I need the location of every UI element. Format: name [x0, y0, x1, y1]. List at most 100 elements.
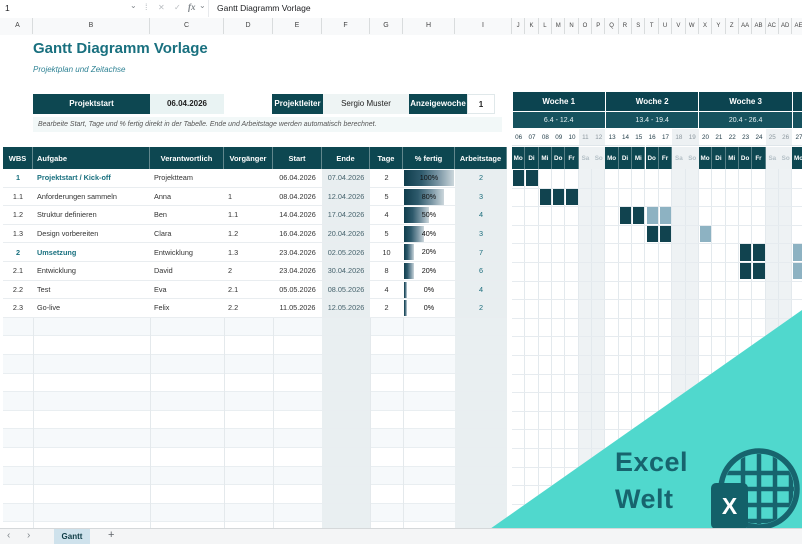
cell-pred[interactable]: 2.1	[224, 281, 273, 300]
table-header-WBS[interactable]: WBS	[3, 147, 33, 169]
empty-row[interactable]	[3, 392, 507, 411]
fx-icon[interactable]: fx	[188, 2, 196, 12]
gantt-column[interactable]	[699, 169, 713, 528]
empty-row[interactable]	[3, 466, 507, 486]
column-header-M[interactable]: M	[552, 18, 566, 34]
column-header-J[interactable]: J	[512, 18, 526, 34]
column-header-N[interactable]: N	[565, 18, 579, 34]
name-box[interactable]: 1	[0, 0, 133, 17]
empty-row[interactable]	[3, 373, 507, 393]
cell-task[interactable]: Umsetzung	[33, 243, 150, 262]
add-sheet-button[interactable]: +	[108, 529, 114, 544]
column-header-B[interactable]: B	[33, 18, 150, 34]
column-header-L[interactable]: L	[539, 18, 553, 34]
cell-days[interactable]: 4	[370, 281, 403, 300]
chevron-down-icon[interactable]: ⌄	[199, 1, 206, 10]
cell-end[interactable]: 12.04.2026	[322, 187, 370, 207]
project-start-value[interactable]: 06.04.2026	[150, 94, 224, 114]
table-header-Aufgabe[interactable]: Aufgabe	[33, 147, 150, 169]
column-header-Q[interactable]: Q	[605, 18, 619, 34]
column-header-E[interactable]: E	[273, 18, 322, 34]
column-header-AC[interactable]: AC	[766, 18, 779, 34]
progress-cell[interactable]: 80%	[403, 188, 455, 207]
column-header-A[interactable]: A	[3, 18, 33, 34]
cell-task[interactable]: Projektstart / Kick-off	[33, 169, 150, 188]
empty-row[interactable]	[3, 336, 507, 355]
cell-wbs[interactable]: 1.2	[3, 206, 33, 225]
column-header-S[interactable]: S	[632, 18, 646, 34]
cell-pred[interactable]: 1.3	[224, 243, 273, 262]
cell-pred[interactable]: 2	[224, 262, 273, 281]
empty-row[interactable]	[3, 317, 507, 337]
column-header-V[interactable]: V	[672, 18, 686, 34]
gantt-column[interactable]	[565, 169, 579, 528]
cell-workdays[interactable]: 4	[455, 206, 507, 225]
column-header-X[interactable]: X	[699, 18, 713, 34]
cell-wbs[interactable]: 2.3	[3, 299, 33, 318]
cell-days[interactable]: 5	[370, 225, 403, 244]
cell-end[interactable]: 08.05.2026	[322, 280, 370, 300]
formula-input[interactable]: Gantt Diagramm Vorlage	[208, 0, 802, 17]
empty-row[interactable]	[3, 503, 507, 523]
cell-end[interactable]: 17.04.2026	[322, 206, 370, 225]
cell-days[interactable]: 8	[370, 262, 403, 281]
cell-start[interactable]: 11.05.2026	[273, 299, 322, 318]
cell-workdays[interactable]: 7	[455, 243, 507, 262]
cell-pred[interactable]: 1.2	[224, 225, 273, 244]
cell-owner[interactable]: Eva	[150, 281, 224, 300]
cell-task[interactable]: Test	[33, 281, 150, 300]
cell-workdays[interactable]: 6	[455, 262, 507, 281]
gantt-column[interactable]	[539, 169, 553, 528]
cell-task[interactable]: Design vorbereiten	[33, 225, 150, 244]
cell-wbs[interactable]: 2.2	[3, 281, 33, 300]
column-header-AB[interactable]: AB	[752, 18, 766, 34]
cancel-icon[interactable]: ✕	[158, 3, 165, 12]
empty-row[interactable]	[3, 448, 507, 467]
cell-start[interactable]: 06.04.2026	[273, 169, 322, 188]
cell-owner[interactable]: David	[150, 262, 224, 281]
column-header-U[interactable]: U	[659, 18, 673, 34]
cell-start[interactable]: 23.04.2026	[273, 243, 322, 262]
cell-owner[interactable]: Projektteam	[150, 169, 224, 188]
progress-cell[interactable]: 40%	[403, 225, 455, 244]
gantt-column[interactable]	[592, 169, 606, 528]
cell-days[interactable]: 10	[370, 243, 403, 262]
cell-end[interactable]: 20.04.2026	[322, 224, 370, 244]
cell-end[interactable]: 30.04.2026	[322, 262, 370, 281]
progress-cell[interactable]: 0%	[403, 281, 455, 300]
next-sheet-arrow[interactable]: ›	[27, 529, 30, 544]
cell-task[interactable]: Struktur definieren	[33, 206, 150, 225]
cell-owner[interactable]: Entwicklung	[150, 243, 224, 262]
spreadsheet-grid[interactable]: Gantt Diagramm Vorlage Projektplan und Z…	[0, 35, 802, 528]
empty-row[interactable]	[3, 485, 507, 504]
table-header-% fertig[interactable]: % fertig	[403, 147, 455, 169]
table-header-Arbeitstage[interactable]: Arbeitstage	[455, 147, 507, 169]
column-header-G[interactable]: G	[370, 18, 403, 34]
cell-pred[interactable]	[224, 169, 273, 188]
tab-gantt[interactable]: Gantt	[54, 529, 90, 544]
progress-cell[interactable]: 20%	[403, 243, 455, 262]
cell-owner[interactable]: Anna	[150, 188, 224, 207]
cell-start[interactable]: 14.04.2026	[273, 206, 322, 225]
cell-pred[interactable]: 1.1	[224, 206, 273, 225]
column-header-R[interactable]: R	[619, 18, 633, 34]
table-header-Start[interactable]: Start	[273, 147, 322, 169]
table-header-Vorgänger[interactable]: Vorgänger	[224, 147, 273, 169]
cell-wbs[interactable]: 2.1	[3, 262, 33, 281]
cell-workdays[interactable]: 2	[455, 299, 507, 318]
cell-wbs[interactable]: 1.1	[3, 188, 33, 207]
cell-end[interactable]: 02.05.2026	[322, 243, 370, 262]
cell-workdays[interactable]: 4	[455, 280, 507, 300]
chevron-down-icon[interactable]: ⌄	[130, 1, 137, 10]
cell-pred[interactable]: 2.2	[224, 299, 273, 318]
table-header-Verantwortlich[interactable]: Verantwortlich	[150, 147, 224, 169]
gantt-column[interactable]	[525, 169, 539, 528]
prev-sheet-arrow[interactable]: ‹	[7, 529, 10, 544]
column-header-D[interactable]: D	[224, 18, 273, 34]
column-header-T[interactable]: T	[646, 18, 659, 34]
empty-row[interactable]	[3, 355, 507, 374]
display-week-value[interactable]: 1	[467, 94, 495, 114]
cell-task[interactable]: Entwicklung	[33, 262, 150, 281]
column-header-P[interactable]: P	[592, 18, 606, 34]
cell-workdays[interactable]: 2	[455, 169, 507, 188]
